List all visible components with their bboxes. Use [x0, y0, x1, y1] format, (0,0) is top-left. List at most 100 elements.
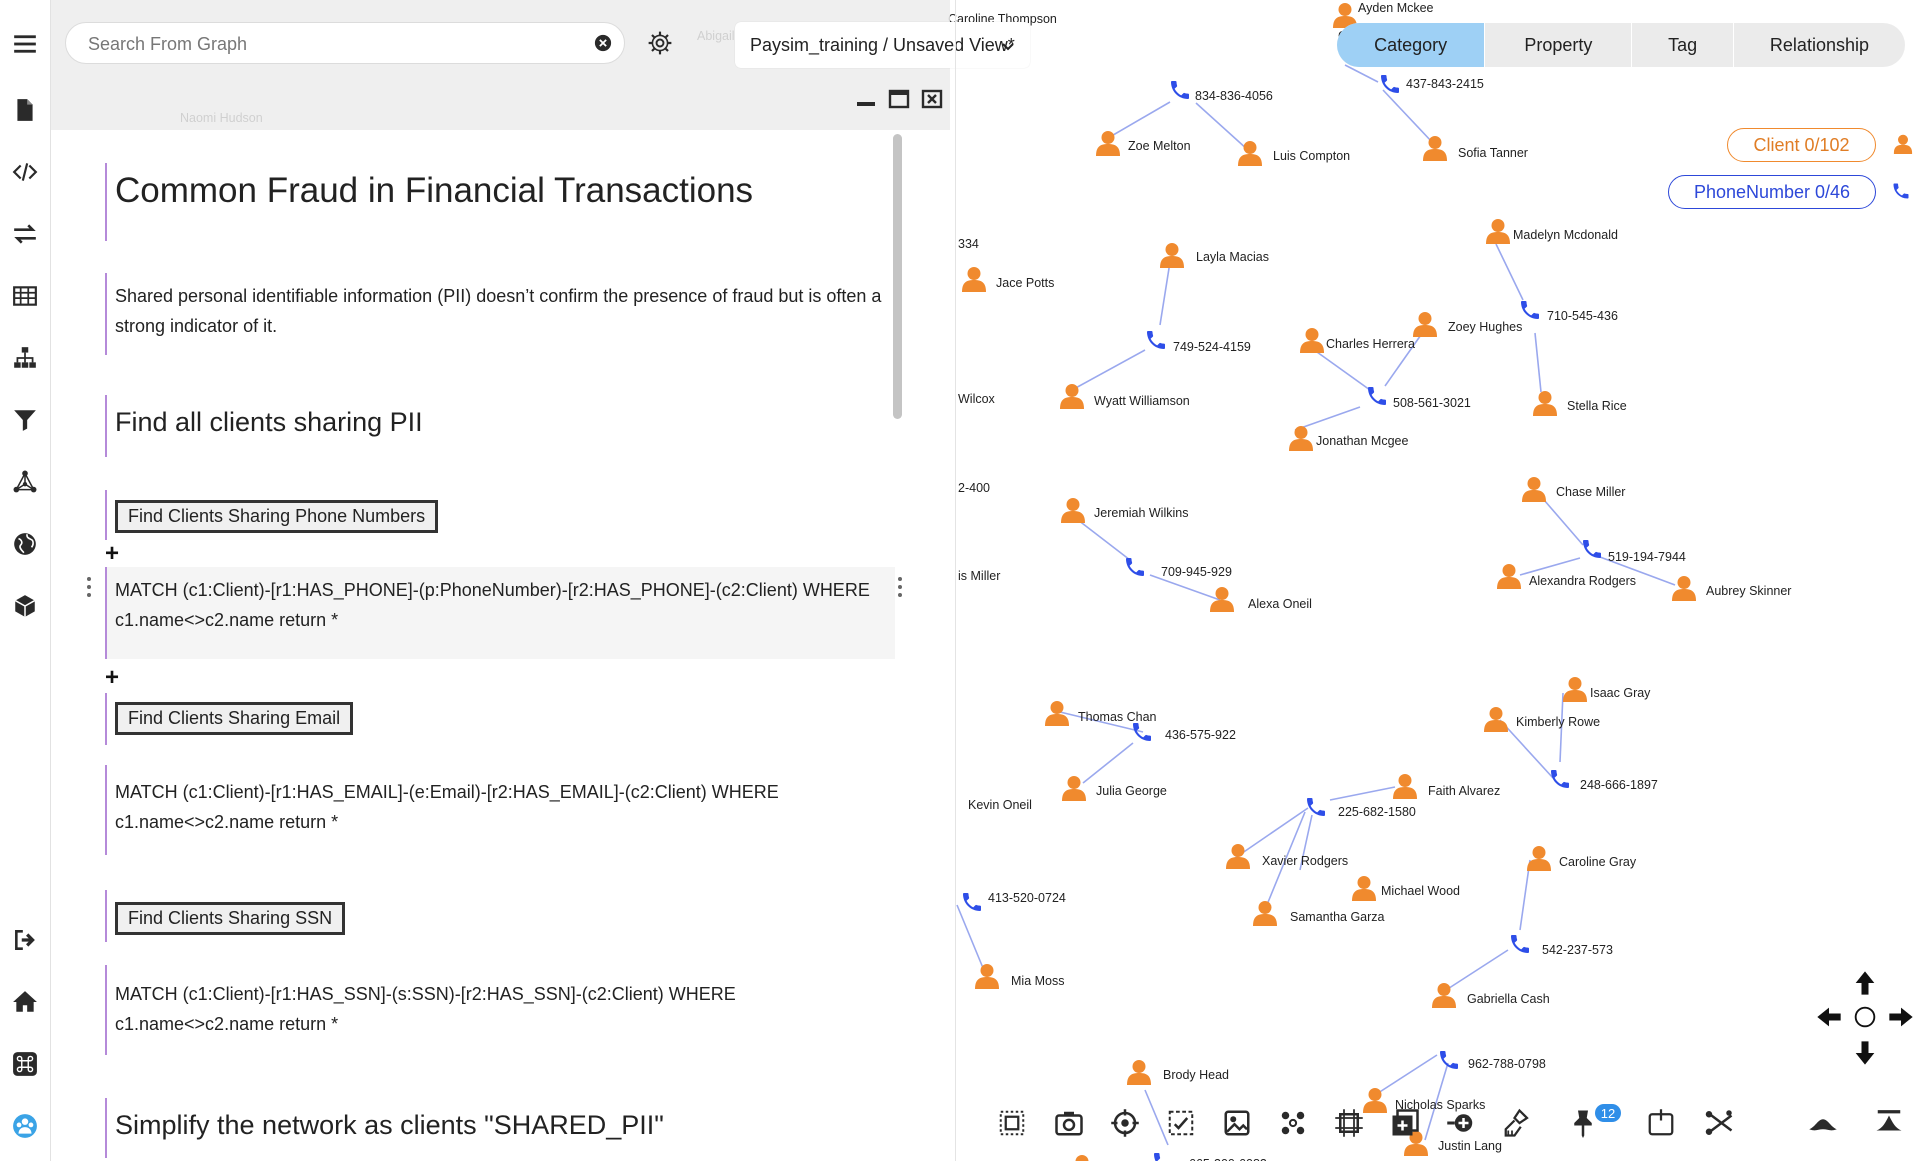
client-node[interactable]: Caroline Gray	[1527, 846, 1637, 871]
client-node[interactable]: Mia Moss	[975, 964, 1064, 989]
find-ssn-sharing-button[interactable]: Find Clients Sharing SSN	[115, 902, 346, 935]
client-node[interactable]: Layla Macias	[1160, 243, 1269, 268]
client-node[interactable]: Kimberly Rowe	[1484, 707, 1600, 732]
command-icon[interactable]	[7, 1046, 43, 1082]
client-node[interactable]: Isaac Gray	[1563, 677, 1651, 702]
frame-icon[interactable]	[1334, 1108, 1364, 1138]
scissors-icon[interactable]	[1704, 1108, 1734, 1138]
tab-relationship[interactable]: Relationship	[1734, 23, 1905, 67]
phone-node[interactable]: 542-237-573	[1511, 935, 1613, 957]
client-node[interactable]: Madelyn Mcdonald	[1486, 219, 1618, 244]
pin-icon[interactable]	[1568, 1108, 1598, 1138]
cell-options-icon[interactable]	[898, 577, 904, 599]
phone-node[interactable]: 665-300-6082	[1154, 1153, 1267, 1161]
filter-icon[interactable]	[7, 402, 43, 438]
user-group-icon[interactable]	[7, 1108, 43, 1144]
client-node[interactable]: Zoey Hughes	[1413, 312, 1522, 337]
tablet-icon[interactable]	[1646, 1108, 1676, 1138]
target-icon[interactable]	[1110, 1108, 1140, 1138]
phone-node[interactable]: 709-945-929	[1126, 558, 1232, 579]
intro-cell[interactable]: Shared personal identifiable information…	[105, 273, 895, 355]
notebook-scrollbar[interactable]	[893, 134, 902, 419]
client-node[interactable]: Thomas Chan	[1045, 701, 1157, 726]
menu-icon[interactable]	[7, 26, 43, 62]
graph-settings-icon[interactable]	[647, 30, 673, 56]
phone-node[interactable]: 248-666-1897	[1551, 770, 1658, 792]
client-node[interactable]: 334	[958, 237, 979, 251]
client-legend-pill[interactable]: Client 0/102	[1727, 128, 1876, 162]
pan-right-icon[interactable]	[1887, 1003, 1915, 1031]
client-node[interactable]: Wyatt Williamson	[1060, 384, 1190, 409]
phone-node[interactable]: 834-836-4056	[1171, 81, 1273, 103]
panel-divider[interactable]	[955, 0, 956, 1161]
reset-view-icon[interactable]	[1851, 1003, 1879, 1031]
ssn-query-cell[interactable]: MATCH (c1:Client)-[r1:HAS_SSN]-(s:SSN)-[…	[105, 965, 895, 1055]
client-node[interactable]: 2-400	[958, 481, 990, 495]
section-cell[interactable]: Find all clients sharing PII	[105, 395, 423, 457]
phone-node[interactable]: 437-843-2415	[1381, 75, 1484, 93]
client-node[interactable]: Luis Compton	[1238, 141, 1350, 166]
client-node[interactable]: Michael Wood	[1352, 876, 1460, 901]
tab-category[interactable]: Category	[1337, 23, 1486, 67]
client-node[interactable]: Faith Alvarez	[1393, 774, 1500, 799]
phone-node[interactable]: 436-575-922	[1133, 723, 1236, 742]
client-node[interactable]: Jonathan Mcgee	[1289, 426, 1408, 451]
logout-icon[interactable]	[7, 922, 43, 958]
cell-menu-icon[interactable]	[87, 577, 93, 599]
maximize-icon[interactable]	[888, 88, 910, 110]
title-cell[interactable]: Common Fraud in Financial Transactions	[105, 163, 753, 241]
image-check-icon[interactable]	[1166, 1108, 1196, 1138]
network-icon[interactable]	[7, 464, 43, 500]
phone-node[interactable]: 749-524-4159	[1147, 331, 1251, 354]
add-cell-button[interactable]: +	[105, 540, 119, 568]
client-node[interactable]: Jace Potts	[962, 267, 1054, 292]
brush-icon[interactable]	[1502, 1108, 1532, 1138]
tab-tag[interactable]: Tag	[1632, 23, 1734, 67]
search-input[interactable]	[86, 23, 570, 65]
client-node[interactable]: Samantha Garza	[1253, 901, 1385, 926]
pan-down-icon[interactable]	[1851, 1039, 1879, 1067]
phone-legend-pill[interactable]: PhoneNumber 0/46	[1668, 175, 1876, 209]
client-node[interactable]: Gabriella Cash	[1432, 983, 1550, 1008]
select-all-icon[interactable]	[997, 1108, 1027, 1138]
home-icon[interactable]	[7, 984, 43, 1020]
client-node[interactable]: Chase Miller	[1522, 477, 1625, 502]
globe-icon[interactable]	[7, 526, 43, 562]
client-node[interactable]: Julia George	[1062, 776, 1167, 801]
phone-query-cell[interactable]: MATCH (c1:Client)-[r1:HAS_PHONE]-(p:Phon…	[105, 567, 895, 659]
hide-icon[interactable]	[1808, 1108, 1838, 1138]
phone-node[interactable]: 225-682-1580	[1307, 798, 1416, 819]
client-node[interactable]: Jeremiah Wilkins	[1061, 498, 1188, 523]
client-node[interactable]: Brody Head	[1127, 1060, 1229, 1085]
client-node[interactable]: Kevin Oneil	[968, 798, 1032, 812]
file-icon[interactable]	[7, 92, 43, 128]
client-node[interactable]: Stella Rice	[1533, 391, 1627, 416]
add-cell-button[interactable]: +	[105, 664, 119, 692]
client-node[interactable]: Alexa Oneil	[1210, 587, 1312, 612]
add-node-icon[interactable]	[1446, 1108, 1476, 1138]
client-node[interactable]: Aubrey Skinner	[1672, 576, 1791, 601]
client-node[interactable]: Wilcox	[958, 392, 996, 406]
client-node[interactable]: Sofia Tanner	[1423, 136, 1528, 161]
tab-property[interactable]: Property	[1485, 23, 1633, 67]
client-node[interactable]: Alexandra Rodgers	[1497, 564, 1636, 589]
phone-node[interactable]: 962-788-0798	[1440, 1051, 1546, 1071]
pan-left-icon[interactable]	[1815, 1003, 1843, 1031]
image-edit-icon[interactable]	[1222, 1108, 1252, 1138]
client-node[interactable]: Zoe Melton	[1096, 131, 1191, 156]
client-node[interactable]: is Miller	[958, 569, 1000, 583]
find-phone-sharing-button[interactable]: Find Clients Sharing Phone Numbers	[115, 500, 439, 533]
find-email-sharing-button[interactable]: Find Clients Sharing Email	[115, 702, 354, 735]
table-icon[interactable]	[7, 278, 43, 314]
pan-up-icon[interactable]	[1851, 969, 1879, 997]
swap-arrows-icon[interactable]	[7, 216, 43, 252]
phone-node[interactable]: 413-520-0724	[963, 891, 1066, 911]
phone-node[interactable]: 519-194-7944	[1583, 540, 1686, 564]
simplify-cell[interactable]: Simplify the network as clients "SHARED_…	[105, 1098, 664, 1158]
clear-search-icon[interactable]	[594, 34, 612, 52]
client-node[interactable]: Xavier Rodgers	[1226, 844, 1348, 869]
minimize-icon[interactable]	[855, 88, 877, 110]
add-layer-icon[interactable]	[1390, 1108, 1420, 1138]
close-panel-icon[interactable]	[921, 88, 943, 110]
cluster-icon[interactable]	[1278, 1108, 1308, 1138]
